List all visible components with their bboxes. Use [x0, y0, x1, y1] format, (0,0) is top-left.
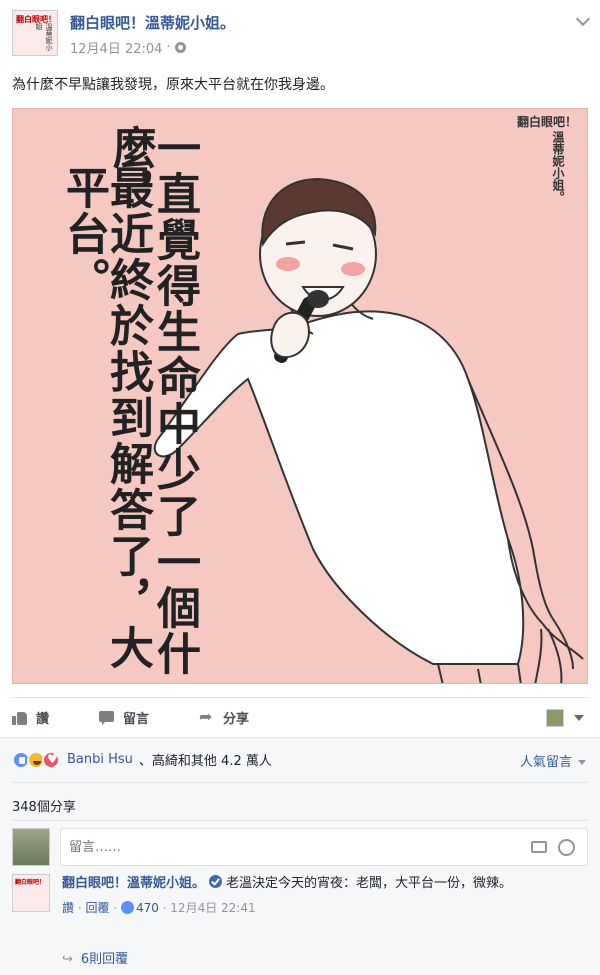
image-brand-side: 溫蒂妮小姐。 — [551, 131, 565, 203]
share-button[interactable]: 分享 — [199, 707, 249, 728]
love-reaction-icon — [42, 750, 60, 769]
avatar-text: 翻白眼吧！ — [15, 879, 46, 886]
comment-box — [60, 828, 588, 866]
divider — [12, 782, 588, 783]
post-image[interactable]: 一直覺得生命中少了一個什麼， 最近終於找到解答了，大平台。 翻白眼吧！ 溫蒂妮小… — [12, 108, 588, 684]
reply-arrow-icon: ↪ — [62, 952, 73, 967]
feedback-section: Banbi Hsu 、高綺和其他 4.2 萬人 人氣留言 348個分享 翻白眼吧… — [0, 737, 600, 975]
user-avatar[interactable] — [12, 828, 50, 866]
image-brand-top: 翻白眼吧！ — [516, 115, 577, 129]
comment-reply-link[interactable]: 回覆 — [85, 901, 109, 915]
comment-author[interactable]: 翻白眼吧！溫蒂妮小姐。 — [62, 876, 205, 891]
image-text-line2: 最近終於找到解答了，大平台。 — [58, 165, 153, 671]
post-header: 翻白眼吧！ 溫蒂妮小姐 翻白眼吧！溫蒂妮小姐。 12月4日 22:04 · — [12, 10, 235, 60]
verified-badge-icon — [209, 875, 223, 888]
view-replies-link[interactable]: ↪ 6則回覆 — [62, 948, 128, 967]
commenter-avatar[interactable]: 翻白眼吧！ — [12, 874, 50, 912]
comment-time[interactable]: 12月4日 22:41 — [170, 901, 255, 915]
thumbs-up-icon — [12, 710, 28, 726]
comment-like-count[interactable]: 470 — [136, 901, 159, 915]
shares-count[interactable]: 348個分享 — [12, 796, 76, 815]
like-button[interactable]: 讚 — [12, 708, 49, 727]
divider — [12, 820, 588, 821]
avatar-text-side: 溫蒂妮小姐 — [35, 23, 53, 51]
top-comments-dropdown[interactable]: 人氣留言 — [520, 751, 586, 770]
globe-icon — [174, 42, 186, 53]
facebook-post: 翻白眼吧！ 溫蒂妮小姐 翻白眼吧！溫蒂妮小姐。 12月4日 22:04 · 為什… — [0, 0, 600, 975]
comment-composer — [12, 828, 588, 866]
caret-down-icon[interactable] — [574, 715, 584, 721]
comment-icon — [99, 710, 115, 726]
comment-meta: 讚 · 回覆 · 470 · 12月4日 22:41 — [62, 901, 256, 915]
post-caption: 為什麼不早點讓我發現，原來大平台就在你我身邊。 — [12, 77, 334, 93]
reaction-names[interactable]: Banbi Hsu — [67, 752, 133, 767]
post-actions: 讚 留言 分享 — [12, 697, 588, 737]
comment-text: 老溫決定今天的宵夜：老闆，大平台一份，微辣。 — [226, 876, 513, 891]
post-meta: 12月4日 22:04 · — [70, 38, 235, 57]
emoji-icon[interactable] — [558, 839, 575, 856]
chevron-down-icon[interactable] — [576, 14, 588, 26]
page-name-link[interactable]: 翻白眼吧！溫蒂妮小姐。 — [70, 12, 235, 33]
post-timestamp[interactable]: 12月4日 22:04 — [70, 38, 162, 57]
reaction-others[interactable]: 、高綺和其他 4.2 萬人 — [139, 750, 272, 769]
reactions-summary[interactable]: Banbi Hsu 、高綺和其他 4.2 萬人 — [12, 750, 272, 769]
header-info: 翻白眼吧！溫蒂妮小姐。 12月4日 22:04 · — [70, 12, 235, 60]
comment-input[interactable] — [61, 829, 587, 865]
comment-item: 翻白眼吧！ 翻白眼吧！溫蒂妮小姐。 老溫決定今天的宵夜：老闆，大平台一份，微辣。 … — [12, 874, 572, 918]
page-avatar[interactable]: 翻白眼吧！ 溫蒂妮小姐 — [12, 10, 58, 56]
like-count-icon — [120, 901, 134, 914]
camera-icon[interactable] — [531, 841, 547, 853]
comment-like-link[interactable]: 讚 — [62, 901, 74, 915]
share-arrow-icon — [199, 707, 215, 726]
identity-avatar[interactable] — [546, 709, 564, 727]
comment-body: 翻白眼吧！溫蒂妮小姐。 老溫決定今天的宵夜：老闆，大平台一份，微辣。 讚 · 回覆… — [62, 874, 572, 918]
comment-button[interactable]: 留言 — [99, 708, 149, 727]
